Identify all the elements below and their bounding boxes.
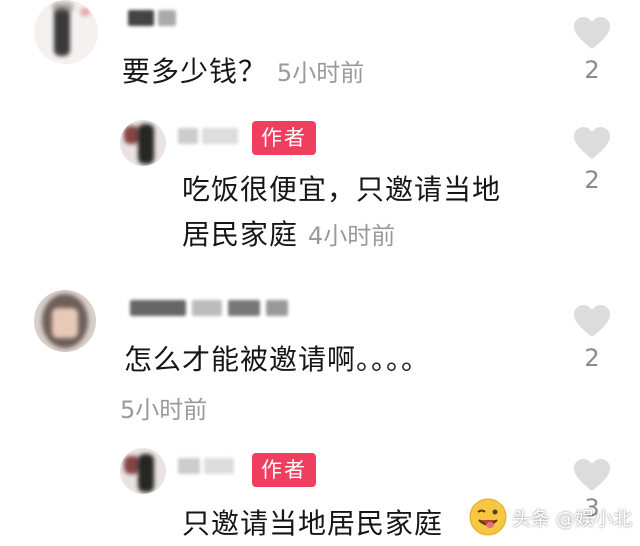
like-button[interactable]: 2 bbox=[570, 304, 614, 372]
heart-icon[interactable] bbox=[573, 126, 611, 160]
comment-time: 5小时前 bbox=[276, 59, 365, 87]
comment-time: 5小时前 bbox=[120, 396, 208, 424]
username-blurred[interactable] bbox=[178, 128, 242, 144]
comment-text: 居民家庭 bbox=[182, 218, 299, 251]
avatar[interactable] bbox=[34, 290, 96, 352]
watermark-text: 头条 @娱小北 bbox=[511, 507, 632, 530]
avatar[interactable] bbox=[120, 448, 166, 494]
like-count: 2 bbox=[584, 344, 600, 372]
heart-icon[interactable] bbox=[573, 16, 611, 50]
comment-text: 要多少钱？ bbox=[122, 55, 268, 88]
comment-text: 吃饭很便宜，只邀请当地 bbox=[182, 173, 502, 206]
username-blurred[interactable] bbox=[130, 300, 300, 316]
comment-text: 怎么才能被邀请啊。。。。 bbox=[124, 343, 431, 376]
heart-icon[interactable] bbox=[573, 304, 611, 338]
heart-icon[interactable] bbox=[573, 458, 611, 492]
winking-face-icon bbox=[469, 498, 507, 536]
avatar[interactable] bbox=[120, 120, 166, 166]
like-count: 2 bbox=[584, 56, 600, 84]
like-button[interactable]: 2 bbox=[570, 16, 614, 84]
author-badge: 作者 bbox=[252, 121, 316, 155]
like-button[interactable]: 2 bbox=[570, 126, 614, 194]
author-badge: 作者 bbox=[252, 453, 316, 487]
comment-body: 居民家庭 4小时前 bbox=[182, 213, 395, 258]
comment-text: 只邀请当地居民家庭 bbox=[182, 507, 444, 540]
like-count: 2 bbox=[584, 166, 600, 194]
comment-time: 4小时前 bbox=[307, 222, 396, 250]
username-blurred[interactable] bbox=[178, 458, 238, 474]
username-blurred[interactable] bbox=[128, 10, 180, 26]
avatar[interactable] bbox=[34, 0, 98, 64]
watermark: 头条 @娱小北 bbox=[468, 498, 632, 536]
comment-body: 要多少钱？ 5小时前 bbox=[122, 50, 364, 95]
